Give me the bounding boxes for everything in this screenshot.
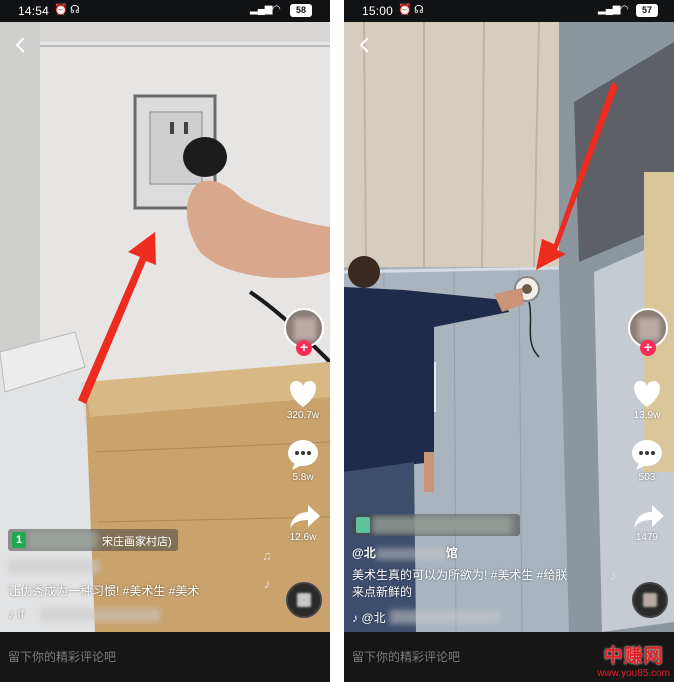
- share-icon[interactable]: [624, 500, 670, 534]
- back-arrow-icon[interactable]: [12, 36, 30, 54]
- comment-count: 503: [638, 472, 656, 483]
- music-line[interactable]: ♪ @北: [352, 609, 386, 626]
- music-note-icon: ♪: [610, 568, 617, 583]
- music-line[interactable]: ♪ If: [8, 607, 24, 621]
- location-pin-icon: [356, 517, 370, 533]
- comment-input-bar[interactable]: 留下你的精彩评论吧: [0, 632, 330, 682]
- music-disc[interactable]: [632, 582, 668, 618]
- headphone-icon: ☊: [70, 4, 80, 16]
- right-phone-screen: 15:00 ⏰ ☊ ▂▄▆ ◠ 57 + 13.9w 503 1479 @北 馆…: [344, 0, 674, 682]
- status-time: 15:00: [362, 4, 394, 18]
- music-disc[interactable]: [286, 582, 322, 618]
- left-phone-screen: 14:54 ⏰ ☊ ▂▄▆ ◠ 58 + 320.7w 5.8w 12.6w 1…: [0, 0, 330, 682]
- author-name[interactable]: @北馆: [352, 544, 458, 561]
- location-tag[interactable]: [352, 514, 520, 536]
- back-arrow-icon[interactable]: [356, 36, 374, 54]
- action-column: + 320.7w 5.8w 12.6w: [280, 0, 326, 682]
- comment-placeholder: 留下你的精彩评论吧: [352, 650, 461, 664]
- signal-icon: ▂▄▆: [598, 4, 621, 15]
- location-pin-icon: 1: [12, 532, 26, 548]
- signal-icon: ▂▄▆: [250, 4, 273, 15]
- like-count: 320.7w: [286, 410, 320, 421]
- location-tag[interactable]: 1 宋庄画家村店): [8, 529, 178, 551]
- tiktok-icon: ♪: [352, 611, 358, 625]
- video-caption: 让优秀成为一种习惯! #美术生 #美术: [8, 584, 200, 598]
- share-icon[interactable]: [280, 500, 326, 534]
- comment-icon[interactable]: [280, 438, 326, 472]
- alarm-icon: ⏰: [54, 4, 68, 16]
- video-caption-line2: 来点新鲜的: [352, 585, 413, 599]
- share-count: 1479: [635, 532, 659, 543]
- share-count: 12.6w: [289, 532, 317, 543]
- music-note-icon: ♫: [262, 548, 272, 563]
- location-tag-text: 宋庄画家村店): [102, 536, 172, 548]
- watermark-brand: 中赚网: [603, 646, 664, 667]
- site-watermark: 中赚网 www.you85.com: [597, 646, 670, 680]
- video-caption-line1: 美术生真的可以为所欲为! #美术生 #给朕: [352, 568, 568, 582]
- follow-plus-icon[interactable]: +: [296, 340, 312, 356]
- status-time: 14:54: [18, 4, 50, 18]
- headphone-icon: ☊: [414, 4, 424, 16]
- alarm-icon: ⏰: [398, 4, 412, 16]
- comment-count: 5.8w: [292, 472, 314, 483]
- like-count: 13.9w: [633, 410, 661, 421]
- music-prefix: @北: [361, 611, 386, 625]
- heart-icon[interactable]: [280, 376, 326, 410]
- music-note-icon: ♪: [264, 576, 271, 591]
- heart-icon[interactable]: [624, 376, 670, 410]
- comment-icon[interactable]: [624, 438, 670, 472]
- watermark-url: www.you85.com: [597, 668, 670, 679]
- tiktok-icon: ♪: [8, 607, 14, 621]
- action-column: + 13.9w 503 1479: [624, 0, 670, 682]
- comment-placeholder: 留下你的精彩评论吧: [8, 650, 117, 664]
- follow-plus-icon[interactable]: +: [640, 340, 656, 356]
- author-name-blurred[interactable]: [8, 560, 100, 574]
- music-prefix: If: [17, 607, 25, 621]
